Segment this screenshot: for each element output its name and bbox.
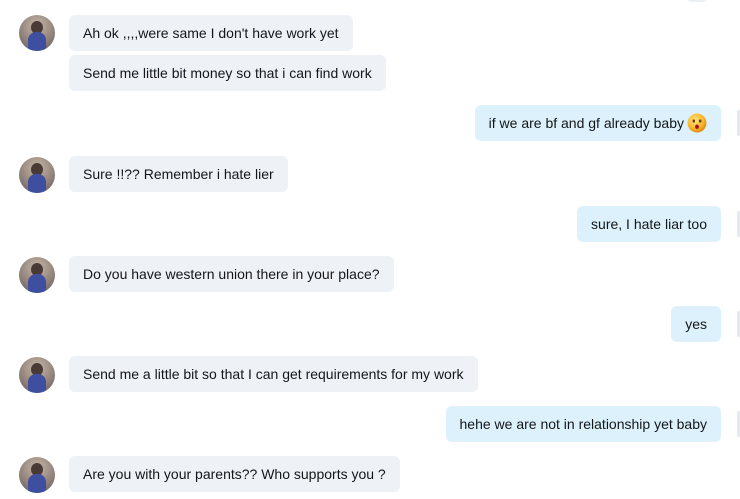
kiss-emoji-icon — [687, 113, 707, 133]
outgoing-message-text: if we are bf and gf already baby — [488, 115, 684, 131]
avatar[interactable] — [19, 457, 55, 493]
incoming-message[interactable]: Sure !!?? Remember i hate lier — [69, 156, 288, 192]
avatar[interactable] — [19, 257, 55, 293]
previous-message-edge — [686, 0, 708, 2]
outgoing-message[interactable]: hehe we are not in relationship yet baby — [445, 406, 721, 442]
avatar[interactable] — [19, 357, 55, 393]
avatar[interactable] — [19, 157, 55, 193]
outgoing-message[interactable]: if we are bf and gf already baby — [474, 105, 721, 141]
incoming-message[interactable]: Do you have western union there in your … — [69, 256, 394, 292]
avatar[interactable] — [19, 15, 55, 51]
conversation-thread: Ah ok ,,,,were same I don't have work ye… — [0, 0, 740, 499]
incoming-message[interactable]: Are you with your parents?? Who supports… — [69, 456, 400, 492]
outgoing-message[interactable]: yes — [671, 306, 721, 342]
outgoing-message[interactable]: sure, I hate liar too — [577, 206, 721, 242]
incoming-message[interactable]: Ah ok ,,,,were same I don't have work ye… — [69, 15, 353, 51]
incoming-message[interactable]: Send me a little bit so that I can get r… — [69, 356, 478, 392]
incoming-message[interactable]: Send me little bit money so that i can f… — [69, 55, 386, 91]
